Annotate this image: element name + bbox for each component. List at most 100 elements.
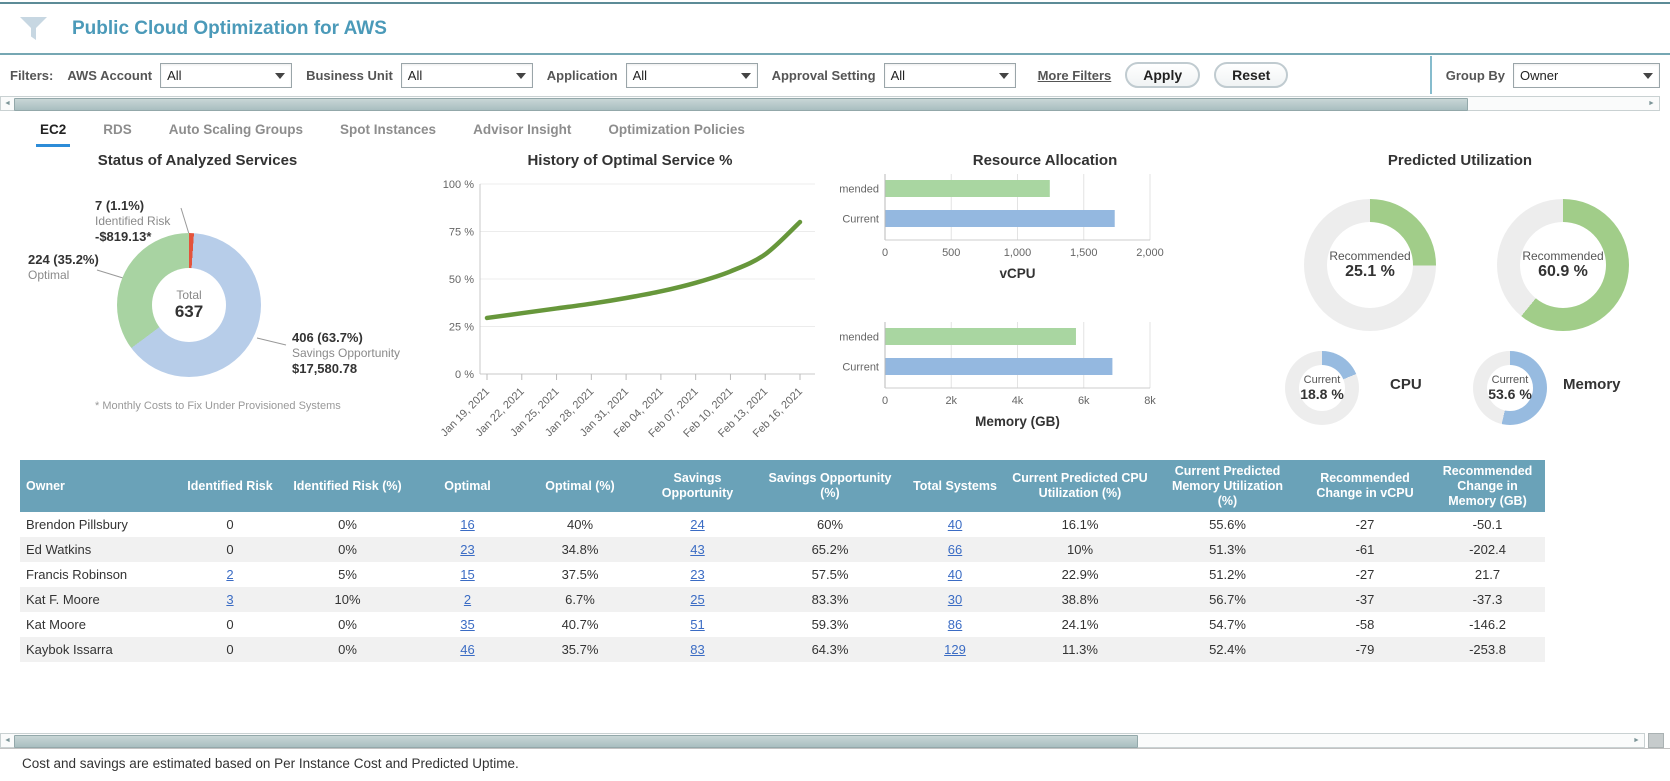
table-link[interactable]: 86	[948, 617, 962, 632]
table-cell: 11.3%	[1005, 637, 1155, 662]
cpu-group-label: CPU	[1390, 376, 1422, 393]
table-link[interactable]: 46	[460, 642, 474, 657]
svg-text:Recommended: Recommended	[840, 332, 879, 344]
scroll-left-arrow-icon[interactable]: ◄	[2, 736, 13, 746]
gauge-cpu-current: Current18.8 %	[1285, 351, 1359, 425]
scroll-right-arrow-icon[interactable]: ►	[1631, 736, 1642, 746]
resource-allocation-panel: Resource Allocation 05001,0001,5002,000R…	[840, 148, 1250, 460]
filter-application: Application All	[547, 63, 758, 88]
callout-identified-risk: 7 (1.1%) Identified Risk -$819.13*	[95, 198, 170, 246]
approval-setting-select[interactable]: All	[884, 63, 1016, 88]
chart-title: Predicted Utilization	[1260, 152, 1660, 169]
more-filters-link[interactable]: More Filters	[1038, 68, 1112, 83]
scroll-right-arrow-icon[interactable]: ►	[1646, 99, 1657, 109]
column-header: Identified Risk (%)	[280, 460, 415, 512]
table-cell: Francis Robinson	[20, 562, 180, 587]
table-link[interactable]: 30	[948, 592, 962, 607]
tab-spot-instances[interactable]: Spot Instances	[338, 113, 438, 147]
table-link[interactable]: 25	[690, 592, 704, 607]
column-header: Owner	[20, 460, 180, 512]
aws-account-select[interactable]: All	[160, 63, 292, 88]
tab-rds[interactable]: RDS	[101, 113, 134, 147]
selected-value: All	[885, 68, 905, 83]
table-link[interactable]: 35	[460, 617, 474, 632]
table-link[interactable]: 83	[690, 642, 704, 657]
svg-text:0: 0	[882, 247, 888, 259]
filter-label: Application	[547, 68, 618, 83]
table-link[interactable]: 2	[226, 567, 233, 582]
svg-text:6k: 6k	[1078, 395, 1090, 407]
table-link[interactable]: 15	[460, 567, 474, 582]
owners-table: OwnerIdentified RiskIdentified Risk (%)O…	[20, 460, 1545, 662]
filter-funnel-icon	[20, 17, 47, 46]
chevron-down-icon	[516, 73, 526, 79]
table-link[interactable]: 24	[690, 517, 704, 532]
table-cell: -253.8	[1430, 637, 1545, 662]
svg-text:25 %: 25 %	[449, 322, 474, 334]
table-cell: Kaybok Issarra	[20, 637, 180, 662]
table-cell: 40	[905, 512, 1005, 537]
page-title: Public Cloud Optimization for AWS	[72, 18, 387, 40]
table-cell: 86	[905, 612, 1005, 637]
group-by-section: Group By Owner	[1430, 55, 1660, 95]
svg-text:Memory (GB): Memory (GB)	[975, 414, 1060, 429]
column-header: Savings Opportunity (%)	[755, 460, 905, 512]
bottom-horizontal-scrollbar[interactable]: ◄ ►	[0, 733, 1645, 748]
selected-value: All	[627, 68, 647, 83]
table-cell: 16	[415, 512, 520, 537]
table-cell: 0	[180, 537, 280, 562]
table-cell: -61	[1300, 537, 1430, 562]
business-unit-select[interactable]: All	[401, 63, 533, 88]
table-cell: 37.5%	[520, 562, 640, 587]
table-cell: Kat F. Moore	[20, 587, 180, 612]
table-cell: 56.7%	[1155, 587, 1300, 612]
table-cell: 10%	[280, 587, 415, 612]
table-link[interactable]: 3	[226, 592, 233, 607]
status-donut-chart[interactable]: Total 637	[117, 233, 261, 377]
tab-advisor-insight[interactable]: Advisor Insight	[471, 113, 573, 147]
table-cell: 51.3%	[1155, 537, 1300, 562]
tab-auto-scaling-groups[interactable]: Auto Scaling Groups	[167, 113, 305, 147]
table-link[interactable]: 23	[460, 542, 474, 557]
column-header: Current Predicted CPU Utilization (%)	[1005, 460, 1155, 512]
svg-text:4k: 4k	[1012, 395, 1024, 407]
gauge-memory-recommended: Recommended60.9 %	[1497, 199, 1629, 331]
table-cell: 23	[640, 562, 755, 587]
table-link[interactable]: 43	[690, 542, 704, 557]
table-cell: 10%	[1005, 537, 1155, 562]
table-link[interactable]: 40	[948, 517, 962, 532]
selected-value: Owner	[1514, 68, 1558, 83]
table-cell: Brendon Pillsbury	[20, 512, 180, 537]
tab-optimization-policies[interactable]: Optimization Policies	[606, 113, 747, 147]
table-cell: 43	[640, 537, 755, 562]
scroll-left-arrow-icon[interactable]: ◄	[2, 99, 13, 109]
filter-bar: Filters: AWS Account All Business Unit A…	[0, 55, 1670, 95]
callout-savings-opportunity: 406 (63.7%) Savings Opportunity $17,580.…	[292, 330, 400, 378]
table-link[interactable]: 23	[690, 567, 704, 582]
application-select[interactable]: All	[626, 63, 758, 88]
top-horizontal-scrollbar[interactable]: ◄ ►	[0, 96, 1660, 111]
table-link[interactable]: 2	[464, 592, 471, 607]
scrollbar-thumb[interactable]	[14, 735, 1138, 748]
tab-ec2[interactable]: EC2	[38, 113, 68, 147]
table-link[interactable]: 51	[690, 617, 704, 632]
table-cell: 54.7%	[1155, 612, 1300, 637]
table-cell: 65.2%	[755, 537, 905, 562]
reset-button[interactable]: Reset	[1214, 62, 1288, 88]
scrollbar-thumb[interactable]	[14, 98, 1468, 111]
table-cell: 2	[415, 587, 520, 612]
table-cell: 46	[415, 637, 520, 662]
table-cell: 52.4%	[1155, 637, 1300, 662]
group-by-select[interactable]: Owner	[1513, 63, 1660, 88]
filter-aws-account: AWS Account All	[67, 63, 292, 88]
apply-button[interactable]: Apply	[1125, 62, 1200, 88]
svg-text:Current: Current	[842, 214, 879, 226]
table-cell: 0	[180, 612, 280, 637]
status-of-analyzed-services-panel: Status of Analyzed Services Total 637 7 …	[0, 148, 430, 460]
table-link[interactable]: 129	[944, 642, 966, 657]
table-link[interactable]: 40	[948, 567, 962, 582]
table-link[interactable]: 16	[460, 517, 474, 532]
table-link[interactable]: 66	[948, 542, 962, 557]
filters-label: Filters:	[10, 68, 53, 83]
gauge-memory-current: Current53.6 %	[1473, 351, 1547, 425]
